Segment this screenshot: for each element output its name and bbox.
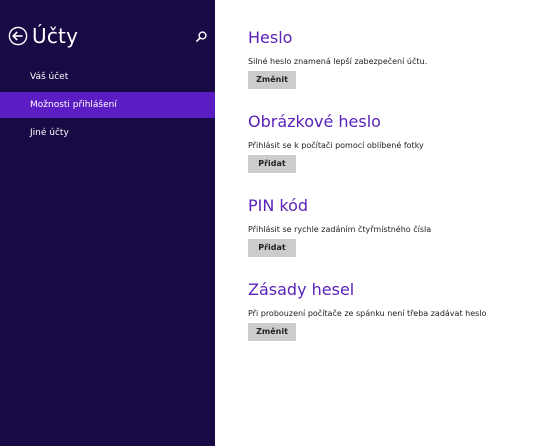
sidebar-title: Účty [32, 24, 79, 48]
back-arrow-circle-icon [8, 26, 28, 46]
section-title: PIN kód [248, 196, 309, 215]
section-title: Zásady hesel [248, 280, 355, 299]
pin-section: PIN kód Přihlásit se rychle zadáním čtyř… [248, 196, 548, 280]
sidebar-item-label: Možnosti přihlášení [30, 100, 117, 110]
sidebar: Účty Váš účet Možnosti přihlášení Jiné ú… [0, 0, 215, 446]
password-section: Heslo Silné heslo znamená lepší zabezpeč… [248, 28, 548, 112]
picture-password-section: Obrázkové heslo Přihlásit se k počítači … [248, 112, 548, 196]
section-description: Přihlásit se k počítači pomocí oblíbené … [248, 141, 424, 150]
add-picture-password-button[interactable]: Přidat [248, 155, 296, 173]
section-description: Silné heslo znamená lepší zabezpečení úč… [248, 57, 428, 66]
sidebar-item-your-account[interactable]: Váš účet [0, 64, 215, 90]
password-policy-section: Zásady hesel Při probouzení počítače ze … [248, 280, 548, 364]
section-description: Přihlásit se rychle zadáním čtyřmístného… [248, 225, 432, 234]
add-pin-button[interactable]: Přidat [248, 239, 296, 257]
sidebar-header: Účty [8, 24, 208, 50]
change-password-policy-button[interactable]: Změnit [248, 323, 296, 341]
pc-settings-window: Účty Váš účet Možnosti přihlášení Jiné ú… [0, 0, 560, 446]
change-password-button[interactable]: Změnit [248, 71, 296, 89]
main-content: Heslo Silné heslo znamená lepší zabezpeč… [248, 28, 548, 364]
sidebar-item-label: Váš účet [30, 72, 69, 82]
sidebar-nav: Váš účet Možnosti přihlášení Jiné účty [0, 64, 215, 148]
search-icon [195, 31, 207, 43]
section-description: Při probouzení počítače ze spánku není t… [248, 309, 487, 318]
sidebar-item-sign-in-options[interactable]: Možnosti přihlášení [0, 92, 215, 118]
section-title: Heslo [248, 28, 293, 47]
sidebar-item-label: Jiné účty [30, 128, 69, 138]
sidebar-item-other-accounts[interactable]: Jiné účty [0, 120, 215, 146]
search-button[interactable] [194, 30, 208, 44]
back-button[interactable] [8, 26, 28, 46]
section-title: Obrázkové heslo [248, 112, 381, 131]
